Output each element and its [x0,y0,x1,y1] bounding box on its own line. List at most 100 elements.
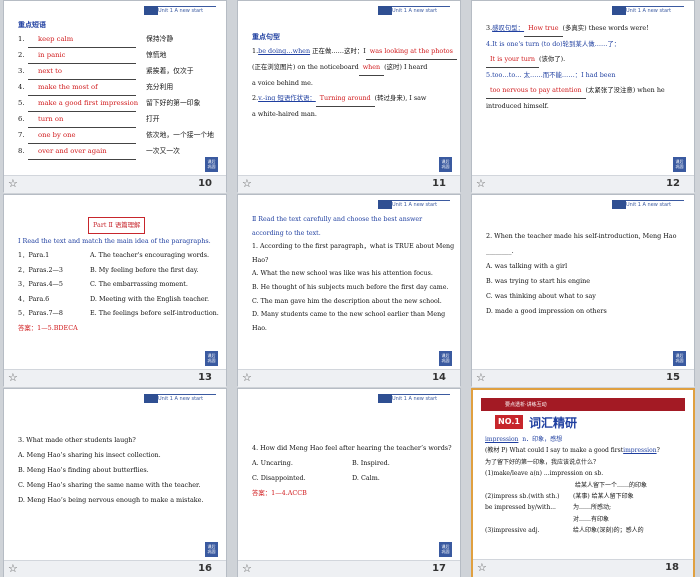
header-badge [144,6,158,15]
slide-thumbnail-11[interactable]: Unit 1 A new start 重点句型 1.be doing…when … [237,0,461,193]
slide-content: 重点句型 1.be doing…when 正在做……这时：I was lookin… [252,29,457,122]
option-row: C. was thinking about what to say [486,292,596,300]
header-badge [378,200,392,209]
slide-number: 14 [432,372,446,383]
review-button[interactable]: 课后 巩固 [205,157,218,172]
option-row: B. Meng Hao’s finding about butterflies. [18,466,149,474]
answer-text: 答案：1—4.ACCB [252,489,307,497]
star-icon[interactable]: ☆ [8,371,18,384]
review-button[interactable]: 课后 巩固 [439,351,452,366]
phrase-row: 2. in panic 惊慌地 [18,48,212,64]
slide-footer: ☆ 12 [472,175,694,193]
slide-number: 13 [198,372,212,383]
match-row: 2．Paras.2—3 B. My feeling before the firs… [18,265,199,274]
option-row: C. The man gave him the description abou… [252,297,442,305]
slide-canvas: Unit 1 A new start 重点短语 1. keep calm 保持冷静 … [6,3,224,174]
slide-thumbnail-10[interactable]: Unit 1 A new start 重点短语 1. keep calm 保持冷静 … [3,0,227,193]
option-row: B. was trying to start his engine [486,277,591,285]
star-icon[interactable]: ☆ [476,371,486,384]
phrase-row: 1. keep calm 保持冷静 [18,32,212,48]
slide-canvas: Unit 1 A new start Ⅱ Read the text caref… [240,197,458,368]
slide-content: Part Ⅱ 语篇理解 Ⅰ Read the text and match th… [18,217,219,335]
slide-canvas: Unit 1 A new start 重点句型 1.be doing…when … [240,3,458,174]
slide-header-tag: Unit 1 A new start [392,200,450,209]
star-icon[interactable]: ☆ [8,177,18,190]
review-button[interactable]: 课后 巩固 [205,542,218,557]
slide-content: 4. How did Meng Hao feel after hearing t… [252,441,452,501]
review-button[interactable]: 课后 巩固 [205,351,218,366]
star-icon[interactable]: ☆ [477,561,487,574]
slide-header-tag: Unit 1 A new start [392,394,450,403]
section-title: 词汇精研 [529,416,578,430]
slide-number: 18 [665,562,679,573]
slide-sorter-grid: Unit 1 A new start 重点短语 1. keep calm 保持冷静 … [0,0,700,577]
phrase-row: 3. next to 紧挨着，仅次于 [18,64,212,80]
slide-thumbnail-18[interactable]: 要点透析·讲练互动 NO.1 词汇精研 impression n．印象，感想 (… [471,388,695,577]
slide-footer: ☆ 15 [472,369,694,387]
star-icon[interactable]: ☆ [242,371,252,384]
slide-content: 3. What made other students laugh? A. Me… [18,433,212,508]
header-badge [612,200,626,209]
match-row: 3．Paras.4—5 C. The embarrassing moment. [18,280,188,288]
slide-header-tag: Unit 1 A new start [158,394,216,403]
slide-content: 2. When the teacher made his self-introd… [486,229,680,319]
option-row: C. Disappointed. D. Calm. [252,474,380,482]
slide-thumbnail-12[interactable]: Unit 1 A new start 3.感叹句型： How true (多真实) … [471,0,695,193]
slide-number: 10 [198,178,212,189]
phrase-row: 7. one by one 依次地，一个接一个地 [18,128,214,144]
slide-thumbnail-15[interactable]: Unit 1 A new start 2. When the teacher m… [471,194,695,387]
slide-canvas: Unit 1 A new start 3.感叹句型： How true (多真实) … [474,3,692,174]
slide-footer: ☆ 18 [473,559,693,577]
header-badge [378,394,392,403]
slide-footer: ☆ 10 [4,175,226,193]
review-button[interactable]: 课后 巩固 [673,351,686,366]
slide-header-tag: Unit 1 A new start [626,6,684,15]
option-row: A. What the new school was like was his … [252,270,433,278]
review-button[interactable]: 课后 巩固 [439,542,452,557]
header-badge [144,394,158,403]
phrase-row: 8. over and over again 一次又一次 [18,144,212,160]
slide-thumbnail-17[interactable]: Unit 1 A new start 4. How did Meng Hao f… [237,388,461,577]
answer-text: 答案：1—5.BDECA [18,323,78,332]
slide-footer: ☆ 17 [238,560,460,577]
slide-thumbnail-13[interactable]: Part Ⅱ 语篇理解 Ⅰ Read the text and match th… [3,194,227,387]
slide-thumbnail-16[interactable]: Unit 1 A new start 3. What made other st… [3,388,227,577]
slide-heading: 重点句型 [252,32,280,41]
slide-header-tag: Unit 1 A new start [392,6,450,15]
slide-content: 重点短语 1. keep calm 保持冷静 2. in panic 惊慌地 3. nex… [18,17,214,160]
star-icon[interactable]: ☆ [8,562,18,575]
option-row: A. Meng Hao’s sharing his insect collect… [18,451,161,459]
slide-number: 17 [432,563,446,574]
match-row: 5．Paras.7—8 E. The feelings before self-i… [18,309,219,317]
star-icon[interactable]: ☆ [242,562,252,575]
slide-content: 3.感叹句型： How true (多真实) these words were! 4… [486,21,680,114]
slide-canvas: Part Ⅱ 语篇理解 Ⅰ Read the text and match th… [6,197,224,368]
phrase-row: 4. make the most of 充分利用 [18,80,212,96]
slide-canvas: Unit 1 A new start 3. What made other st… [6,391,224,559]
slide-content: Ⅱ Read the text carefully and choose the… [252,216,455,332]
option-row: D. Many students came to the new school … [252,311,446,319]
option-row: A. was talking with a girl [486,262,568,270]
option-row: D. Meng Hao’s being nervous enough to ma… [18,496,204,504]
review-button[interactable]: 课后 巩固 [673,157,686,172]
star-icon[interactable]: ☆ [242,177,252,190]
star-icon[interactable]: ☆ [476,177,486,190]
review-button[interactable]: 课后 巩固 [439,157,452,172]
slide-heading: 重点短语 [18,20,46,29]
slide-canvas: Unit 1 A new start 2. When the teacher m… [474,197,692,368]
option-row: B. He thought of his subjects much befor… [252,283,449,291]
slide-content: impression n．印象，感想 (教材 P) What could I s… [485,436,660,535]
slide-number: 16 [198,563,212,574]
slide-number: 11 [432,178,446,189]
slide-footer: ☆ 14 [238,369,460,387]
slide-header-tag: Unit 1 A new start [626,200,684,209]
slide-number: 12 [666,178,680,189]
title-badge: NO.1 [495,415,523,429]
slide-canvas: Unit 1 A new start 4. How did Meng Hao f… [240,391,458,559]
slide-footer: ☆ 11 [238,175,460,193]
part-label: Part Ⅱ 语篇理解 [88,217,146,234]
slide-thumbnail-14[interactable]: Unit 1 A new start Ⅱ Read the text caref… [237,194,461,387]
option-row: A. Uncaring. B. Inspired. [252,459,390,467]
option-row: D. made a good impression on others [486,307,607,315]
section-banner: 要点透析·讲练互动 [481,398,685,411]
